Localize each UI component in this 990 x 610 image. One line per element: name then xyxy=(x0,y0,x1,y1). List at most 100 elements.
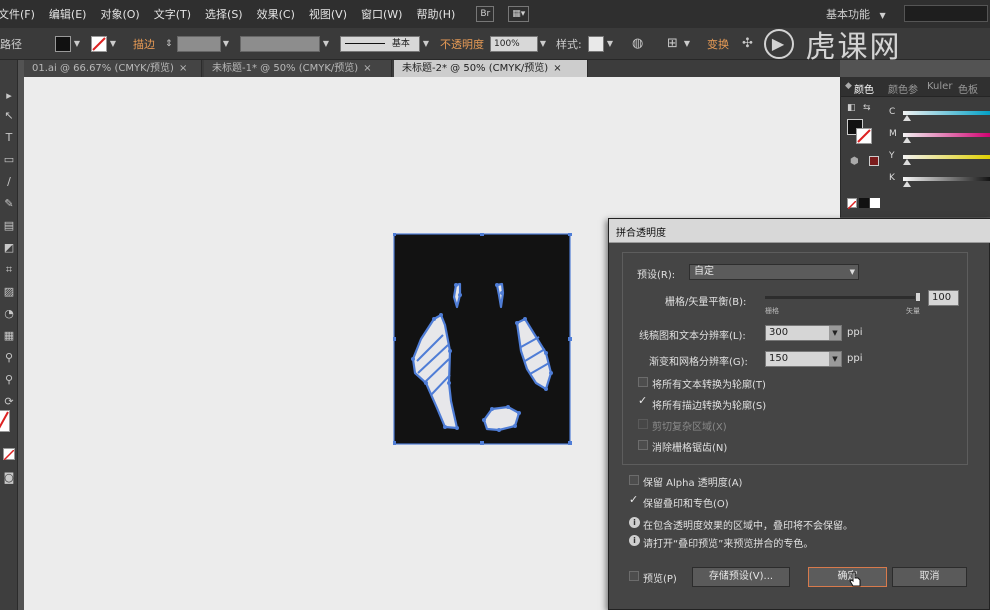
chevron-down-icon[interactable]: ▼ xyxy=(605,36,615,52)
mesh-tool-icon[interactable]: ⌗ xyxy=(1,262,17,278)
swap-colors-icon[interactable]: ⇆ xyxy=(863,103,871,113)
none-color-icon[interactable] xyxy=(3,448,15,461)
fill-swatch[interactable] xyxy=(55,36,71,52)
balance-slider-track[interactable] xyxy=(765,296,919,299)
menu-object[interactable]: 对象(O) xyxy=(93,6,146,22)
help-search-input[interactable] xyxy=(904,5,988,22)
menu-effect[interactable]: 效果(C) xyxy=(250,6,302,22)
shape-builder-tool-icon[interactable]: ◩ xyxy=(1,240,17,256)
chevron-down-icon[interactable]: ▼ xyxy=(221,36,231,52)
ok-button[interactable]: 确定 xyxy=(808,567,887,587)
raster-resolution-field[interactable]: 300 ▼ xyxy=(765,325,842,341)
chevron-down-icon[interactable]: ▼ xyxy=(682,36,692,52)
tab-color[interactable]: 颜色 xyxy=(854,81,874,96)
close-icon[interactable]: × xyxy=(363,63,371,74)
gradient-tool-icon[interactable]: ▨ xyxy=(1,284,17,300)
workspace-switcher[interactable]: 基本功能 ▼ xyxy=(826,6,886,22)
bridge-button[interactable]: Br xyxy=(476,6,495,22)
opacity-field[interactable]: 100% xyxy=(490,36,538,52)
stroke-weight-stepper[interactable]: ⇕ xyxy=(165,36,173,52)
cancel-button[interactable]: 取消 xyxy=(892,567,967,587)
fill-stroke-indicator[interactable] xyxy=(0,410,10,432)
opacity-label[interactable]: 不透明度 xyxy=(440,36,484,52)
channel-m-slider[interactable] xyxy=(903,133,990,137)
tab-color-guide[interactable]: 颜色参 xyxy=(888,81,918,96)
tab-swatches[interactable]: 色板 xyxy=(958,81,978,96)
direct-selection-tool-icon[interactable]: ↖ xyxy=(1,108,17,124)
pencil-tool-icon[interactable]: ∕ xyxy=(1,174,17,190)
variable-width-profile[interactable] xyxy=(240,36,320,52)
default-colors-icon[interactable]: ◧ xyxy=(847,103,856,113)
balance-slider-thumb[interactable] xyxy=(915,292,921,302)
tab-kuler[interactable]: Kuler xyxy=(927,81,952,92)
chevron-down-icon[interactable]: ▼ xyxy=(829,326,841,340)
stroke-weight-field[interactable] xyxy=(177,36,221,52)
eyedropper-tool-icon[interactable]: ◔ xyxy=(1,306,17,322)
chevron-down-icon[interactable]: ▼ xyxy=(321,36,331,52)
convert-text-checkbox[interactable] xyxy=(638,377,648,387)
close-icon[interactable]: × xyxy=(179,63,187,74)
slice-tool-icon[interactable]: ⚲ xyxy=(1,350,17,366)
tab-document-untitled-1[interactable]: 未标题-1* @ 50% (CMYK/预览) × xyxy=(204,60,392,77)
isolate-group-icon[interactable]: ✣ xyxy=(742,36,753,52)
tab-document-01[interactable]: 01.ai @ 66.67% (CMYK/预览) × xyxy=(24,60,202,77)
close-icon[interactable]: × xyxy=(553,63,561,74)
brush-definition-select[interactable]: 基本 xyxy=(340,36,420,52)
menu-select[interactable]: 选择(S) xyxy=(198,6,250,22)
menu-help[interactable]: 帮助(H) xyxy=(409,6,462,22)
none-swatch[interactable] xyxy=(847,198,857,210)
zoom-tool-icon[interactable]: ⚲ xyxy=(1,372,17,388)
web-safe-swatch[interactable] xyxy=(869,156,879,166)
graph-tool-icon[interactable]: ▦ xyxy=(1,328,17,344)
menu-file[interactable]: 文件(F) xyxy=(0,6,42,22)
channel-y-slider[interactable] xyxy=(903,155,990,159)
channel-m-thumb[interactable] xyxy=(903,137,911,143)
chevron-down-icon[interactable]: ▼ xyxy=(421,36,431,52)
white-swatch[interactable] xyxy=(870,198,880,208)
channel-k-slider[interactable] xyxy=(903,177,990,181)
channel-y-thumb[interactable] xyxy=(903,159,911,165)
free-transform-tool-icon[interactable]: ▤ xyxy=(1,218,17,234)
chevron-down-icon[interactable]: ▼ xyxy=(829,352,841,366)
save-preset-button[interactable]: 存储预设(V)... xyxy=(692,567,790,587)
panel-collapse-icon[interactable]: ◆ xyxy=(845,81,852,91)
stroke-swatch[interactable] xyxy=(91,36,107,52)
selected-artwork[interactable] xyxy=(393,233,573,451)
type-tool-icon[interactable]: T xyxy=(1,130,17,146)
transform-label[interactable]: 变换 xyxy=(707,36,729,52)
chevron-down-icon[interactable]: ▼ xyxy=(72,36,82,52)
channel-c-thumb[interactable] xyxy=(903,115,911,121)
stroke-label[interactable]: 描边 xyxy=(133,36,155,52)
menu-view[interactable]: 视图(V) xyxy=(302,6,354,22)
menu-type[interactable]: 文字(T) xyxy=(147,6,198,22)
convert-strokes-label: 将所有描边转换为轮廓(S) xyxy=(652,401,767,412)
arrange-documents-icon[interactable]: ▦▾ xyxy=(508,6,530,22)
dialog-titlebar[interactable]: 拼合透明度 xyxy=(609,219,990,243)
anti-alias-checkbox[interactable] xyxy=(638,440,648,450)
channel-c-slider[interactable] xyxy=(903,111,990,115)
chevron-down-icon[interactable]: ▼ xyxy=(108,36,118,52)
balance-value-field[interactable]: 100 xyxy=(928,290,959,306)
preset-select[interactable]: 自定 ▼ xyxy=(689,264,859,280)
preserve-alpha-checkbox[interactable] xyxy=(629,475,639,485)
scissors-tool-icon[interactable]: ✎ xyxy=(1,196,17,212)
gradient-resolution-field[interactable]: 150 ▼ xyxy=(765,351,842,367)
black-swatch[interactable] xyxy=(859,198,869,208)
menu-edit[interactable]: 编辑(E) xyxy=(42,6,94,22)
selection-tool-icon[interactable]: ▸ xyxy=(1,88,17,104)
rotate-tool-icon[interactable]: ⟳ xyxy=(1,394,17,410)
stroke-color-swatch[interactable] xyxy=(856,128,872,144)
channel-k-thumb[interactable] xyxy=(903,181,911,187)
graphic-style-swatch[interactable] xyxy=(588,36,604,52)
menu-window[interactable]: 窗口(W) xyxy=(354,6,409,22)
rectangle-tool-icon[interactable]: ▭ xyxy=(1,152,17,168)
align-icon[interactable]: ⊞ xyxy=(667,36,678,52)
checkmark-icon[interactable]: ✓ xyxy=(629,493,638,506)
out-of-gamut-icon[interactable]: ⬢ xyxy=(850,156,859,167)
tab-document-untitled-2[interactable]: 未标题-2* @ 50% (CMYK/预览) × xyxy=(394,60,588,77)
checkmark-icon[interactable]: ✓ xyxy=(638,394,647,407)
screen-mode-icon[interactable]: ◙ xyxy=(1,470,17,486)
preview-checkbox[interactable] xyxy=(629,571,639,581)
chevron-down-icon[interactable]: ▼ xyxy=(538,36,548,52)
recolor-artwork-icon[interactable]: ◍ xyxy=(632,36,643,52)
